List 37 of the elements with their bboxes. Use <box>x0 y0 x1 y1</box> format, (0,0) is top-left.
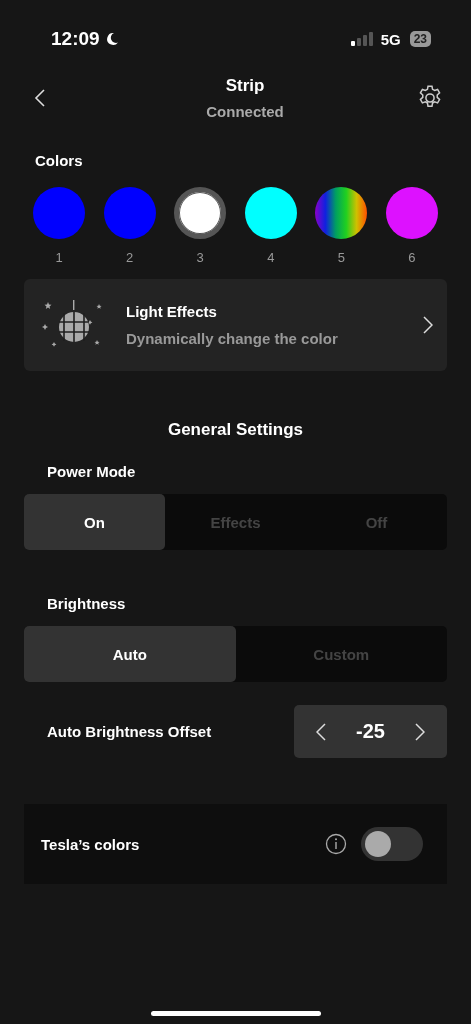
light-effects-card[interactable]: Light Effects Dynamically change the color <box>24 279 447 371</box>
moon-icon <box>104 32 119 46</box>
swatch-number: 1 <box>55 250 63 265</box>
swatch-number: 2 <box>125 250 134 265</box>
color-swatch[interactable] <box>174 187 227 239</box>
setting-label: Tesla’s colors <box>41 835 141 853</box>
status-time: 12:09 <box>51 28 100 50</box>
network-label: 5G <box>380 30 401 48</box>
chevron-right-icon <box>423 316 433 334</box>
section-heading: General Settings <box>167 420 304 440</box>
setting-label: Auto Brightness Offset <box>47 723 212 740</box>
setting-label: Brightness <box>47 595 126 612</box>
setting-label: Power Mode <box>47 463 136 480</box>
info-icon[interactable] <box>325 833 347 855</box>
color-swatch[interactable] <box>315 187 368 239</box>
connection-status: Connected <box>206 103 284 120</box>
toggle-switch[interactable] <box>361 827 423 861</box>
color-swatch[interactable] <box>244 187 297 239</box>
page-title: Strip <box>225 76 265 96</box>
back-icon[interactable] <box>34 88 46 108</box>
swatch-number: 5 <box>337 250 345 265</box>
battery-indicator: 23 <box>409 31 431 47</box>
signal-icon <box>350 32 373 46</box>
increase-icon[interactable] <box>415 722 425 741</box>
segment-option[interactable]: Auto <box>24 626 236 682</box>
section-heading: Colors <box>35 152 83 169</box>
card-description: Dynamically change the color <box>126 330 339 347</box>
card-title: Light Effects <box>126 303 218 320</box>
decrease-icon[interactable] <box>316 722 326 741</box>
offset-value: -25 <box>356 720 385 743</box>
color-swatch[interactable] <box>33 187 85 239</box>
swatch-number: 3 <box>196 250 204 265</box>
color-swatch[interactable] <box>385 187 438 239</box>
swatch-number: 4 <box>267 250 275 265</box>
color-swatch[interactable] <box>103 187 156 239</box>
swatch-number: 6 <box>408 250 416 265</box>
segment-option[interactable]: On <box>24 494 165 550</box>
